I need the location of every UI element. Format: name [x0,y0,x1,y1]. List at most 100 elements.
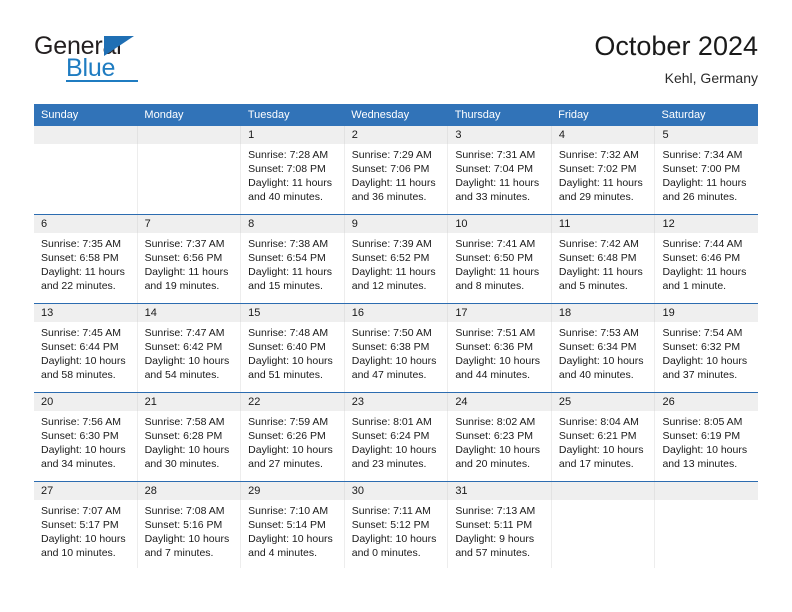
day-cell[interactable]: Sunrise: 7:39 AM Sunset: 6:52 PM Daylight:… [343,233,448,303]
day-cell[interactable]: Sunrise: 8:04 AM Sunset: 6:21 PM Daylight:… [550,411,655,481]
day-number[interactable]: 20 [34,393,137,411]
day-cell[interactable]: Sunrise: 7:44 AM Sunset: 6:46 PM Daylight:… [654,233,758,303]
sunset-text: Sunset: 6:26 PM [248,430,326,442]
day-cell[interactable]: Sunrise: 7:58 AM Sunset: 6:28 PM Daylight:… [136,411,241,481]
day-number-empty [550,482,655,500]
day-number[interactable]: 18 [550,304,655,322]
day-number[interactable]: 28 [136,482,241,500]
daylight-text-line1: Daylight: 10 hours [662,355,748,367]
day-cell[interactable]: Sunrise: 7:31 AM Sunset: 7:04 PM Daylight:… [447,144,551,214]
day-cell[interactable]: Sunrise: 7:54 AM Sunset: 6:32 PM Daylight:… [654,322,758,392]
day-number[interactable]: 2 [343,126,448,144]
daylight-text-line1: Daylight: 11 hours [662,266,747,278]
day-number[interactable]: 21 [136,393,241,411]
daylight-text-line1: Daylight: 10 hours [41,355,126,367]
day-number[interactable]: 12 [654,215,758,233]
daylight-text-line2: and 37 minutes. [662,369,738,381]
daylight-text-line1: Daylight: 10 hours [248,355,333,367]
sunrise-text: Sunrise: 7:32 AM [558,149,639,161]
daylight-text-line2: and 58 minutes. [41,369,116,381]
day-number[interactable]: 3 [447,126,551,144]
sunrise-text: Sunrise: 7:45 AM [41,327,121,339]
day-number[interactable]: 27 [34,482,137,500]
sunset-text: Sunset: 6:24 PM [351,430,430,442]
day-cell[interactable]: Sunrise: 7:48 AM Sunset: 6:40 PM Daylight:… [240,322,344,392]
day-number[interactable]: 15 [240,304,344,322]
day-cell[interactable]: Sunrise: 7:34 AM Sunset: 7:00 PM Daylight:… [654,144,758,214]
sunrise-text: Sunrise: 7:53 AM [558,327,639,339]
daylight-text-line2: and 29 minutes. [558,191,634,203]
day-number[interactable]: 11 [550,215,655,233]
day-cell[interactable]: Sunrise: 7:53 AM Sunset: 6:34 PM Daylight:… [550,322,655,392]
day-cell[interactable]: Sunrise: 8:02 AM Sunset: 6:23 PM Daylight:… [447,411,551,481]
logo-underline [66,80,138,82]
day-number[interactable]: 7 [136,215,241,233]
daylight-text-line1: Daylight: 11 hours [351,266,436,278]
day-cell[interactable]: Sunrise: 7:10 AM Sunset: 5:14 PM Daylight:… [240,500,344,568]
sunrise-text: Sunrise: 7:58 AM [144,416,225,428]
day-cell[interactable]: Sunrise: 8:05 AM Sunset: 6:19 PM Daylight:… [654,411,758,481]
sunset-text: Sunset: 7:02 PM [558,163,637,175]
day-number[interactable]: 30 [343,482,448,500]
sunrise-text: Sunrise: 7:42 AM [558,238,639,250]
daylight-text-line2: and 27 minutes. [248,458,323,470]
general-blue-logo[interactable]: General Blue [34,32,234,88]
day-cell[interactable]: Sunrise: 7:41 AM Sunset: 6:50 PM Daylight:… [447,233,551,303]
sunset-text: Sunset: 6:58 PM [41,252,119,264]
day-number[interactable]: 19 [654,304,758,322]
day-cell[interactable]: Sunrise: 7:47 AM Sunset: 6:42 PM Daylight:… [136,322,241,392]
daylight-text-line1: Daylight: 11 hours [248,177,333,189]
daylight-text-line1: Daylight: 10 hours [144,355,230,367]
day-number[interactable]: 1 [240,126,344,144]
daylight-text-line1: Daylight: 10 hours [662,444,748,456]
day-cell[interactable]: Sunrise: 7:11 AM Sunset: 5:12 PM Daylight:… [343,500,448,568]
day-cell[interactable]: Sunrise: 7:08 AM Sunset: 5:16 PM Daylight:… [136,500,241,568]
sunrise-text: Sunrise: 7:11 AM [351,505,431,517]
day-number[interactable]: 31 [447,482,551,500]
day-cell[interactable]: Sunrise: 8:01 AM Sunset: 6:24 PM Daylight:… [343,411,448,481]
day-number[interactable]: 25 [550,393,655,411]
day-number-band: 6 7 8 9 10 11 12 [34,215,758,233]
day-number[interactable]: 10 [447,215,551,233]
daylight-text-line1: Daylight: 11 hours [455,177,540,189]
day-number[interactable]: 14 [136,304,241,322]
day-number[interactable]: 23 [343,393,448,411]
weeks-container: 1 2 3 4 5 Sunrise: 7:28 AM Sunset: 7:08 PM Dayl… [34,126,759,568]
day-cell[interactable]: Sunrise: 7:56 AM Sunset: 6:30 PM Daylight:… [34,411,137,481]
day-cell[interactable]: Sunrise: 7:42 AM Sunset: 6:48 PM Daylight:… [550,233,655,303]
sunrise-text: Sunrise: 8:04 AM [558,416,639,428]
day-number[interactable]: 4 [550,126,655,144]
day-cell[interactable]: Sunrise: 7:45 AM Sunset: 6:44 PM Daylight:… [34,322,137,392]
day-cell[interactable]: Sunrise: 7:38 AM Sunset: 6:54 PM Daylight:… [240,233,344,303]
day-cell-empty [550,500,655,568]
day-cell[interactable]: Sunrise: 7:51 AM Sunset: 6:36 PM Daylight:… [447,322,551,392]
weekday-header-row: Sunday Monday Tuesday Wednesday Thursday… [34,104,758,126]
day-cell[interactable]: Sunrise: 7:28 AM Sunset: 7:08 PM Daylight:… [240,144,344,214]
daylight-text-line2: and 15 minutes. [248,280,323,292]
day-number[interactable]: 16 [343,304,448,322]
sunrise-text: Sunrise: 7:35 AM [41,238,121,250]
sunset-text: Sunset: 6:38 PM [351,341,430,353]
day-cell[interactable]: Sunrise: 7:32 AM Sunset: 7:02 PM Daylight:… [550,144,655,214]
day-number[interactable]: 8 [240,215,344,233]
day-number[interactable]: 9 [343,215,448,233]
day-number[interactable]: 13 [34,304,137,322]
daylight-text-line1: Daylight: 10 hours [558,444,644,456]
day-cell[interactable]: Sunrise: 7:50 AM Sunset: 6:38 PM Daylight:… [343,322,448,392]
day-number[interactable]: 17 [447,304,551,322]
day-number[interactable]: 6 [34,215,137,233]
day-cell[interactable]: Sunrise: 7:37 AM Sunset: 6:56 PM Daylight:… [136,233,241,303]
day-number[interactable]: 29 [240,482,344,500]
day-cell[interactable]: Sunrise: 7:13 AM Sunset: 5:11 PM Daylight:… [447,500,551,568]
day-cell[interactable]: Sunrise: 7:35 AM Sunset: 6:58 PM Daylight:… [34,233,137,303]
day-number[interactable]: 24 [447,393,551,411]
day-cell[interactable]: Sunrise: 7:29 AM Sunset: 7:06 PM Daylight:… [343,144,448,214]
day-number[interactable]: 26 [654,393,758,411]
day-number-band: 27 28 29 30 31 [34,482,758,500]
sunrise-text: Sunrise: 7:51 AM [455,327,536,339]
day-number[interactable]: 5 [654,126,758,144]
day-cell[interactable]: Sunrise: 7:07 AM Sunset: 5:17 PM Daylight:… [34,500,137,568]
day-number[interactable]: 22 [240,393,344,411]
day-cell[interactable]: Sunrise: 7:59 AM Sunset: 6:26 PM Daylight:… [240,411,344,481]
daylight-text-line1: Daylight: 10 hours [351,533,437,545]
